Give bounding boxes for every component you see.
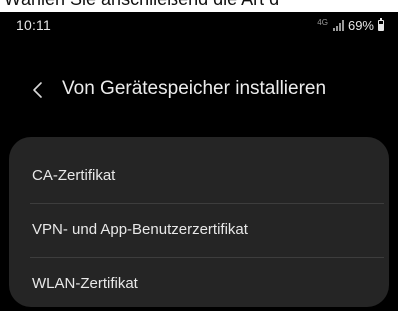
signal-icon <box>332 20 344 31</box>
list-item-label: VPN- und App-Benutzerzertifikat <box>32 221 248 238</box>
network-type-label: 4G <box>317 17 328 27</box>
phone-screen: 10:11 4G 69% Von Gerätespeicher installi… <box>0 12 398 311</box>
tutorial-caption: Wählen Sie anschließend die Art d <box>0 0 398 12</box>
chevron-left-icon[interactable] <box>30 80 48 100</box>
list-item-wlan-certificate[interactable]: WLAN-Zertifikat <box>9 257 389 307</box>
status-bar: 10:11 4G 69% <box>0 12 398 36</box>
list-item-label: WLAN-Zertifikat <box>32 275 138 292</box>
list-item-ca-certificate[interactable]: CA-Zertifikat <box>9 149 389 203</box>
page-header: Von Gerätespeicher installieren <box>0 72 398 108</box>
list-item-label: CA-Zertifikat <box>32 167 116 184</box>
page-title: Von Gerätespeicher installieren <box>62 78 327 99</box>
caption-text: Wählen Sie anschließend die Art d <box>4 0 279 10</box>
status-indicators: 4G 69% <box>317 18 384 33</box>
battery-percentage: 69% <box>347 18 374 33</box>
list-item-vpn-app-user-certificate[interactable]: VPN- und App-Benutzerzertifikat <box>9 203 389 257</box>
battery-icon <box>378 18 384 31</box>
certificate-type-list: CA-Zertifikat VPN- und App-Benutzerzerti… <box>9 137 389 307</box>
status-time: 10:11 <box>16 17 51 33</box>
